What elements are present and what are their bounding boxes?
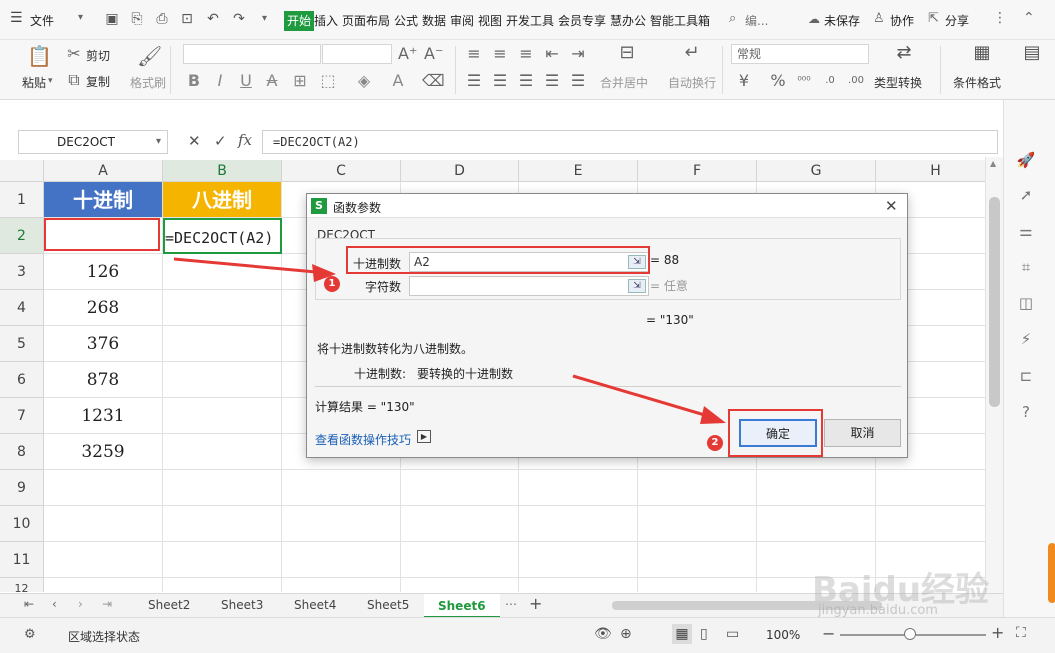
- annotation-arrows: [173, 257, 726, 424]
- watermark-url: jingyan.baidu.com: [818, 603, 938, 618]
- arrow-2-line: [572, 374, 709, 418]
- arrow-1-head: [312, 264, 336, 282]
- arrow-1-line: [173, 257, 317, 274]
- arrow-2-head: [700, 406, 726, 424]
- spreadsheet-app: ☰ 文件 ▾ ▣ ⎘ ⎙ ⊡ ↶ ↷ ▾ 开始 插入 页面布局 公式 数据 审阅…: [0, 0, 1055, 653]
